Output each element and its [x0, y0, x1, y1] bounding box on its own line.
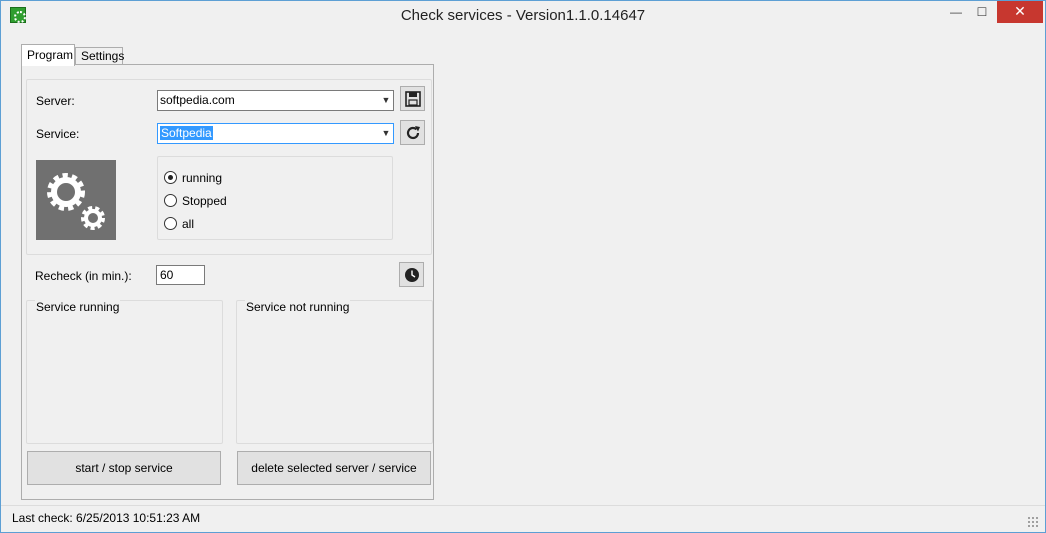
radio-stopped-label: Stopped [182, 194, 227, 208]
tab-settings[interactable]: Settings [75, 47, 124, 65]
delete-server-service-button[interactable]: delete selected server / service [237, 451, 431, 485]
gears-image [36, 160, 116, 240]
recheck-timer-button[interactable] [399, 262, 424, 287]
refresh-button[interactable] [400, 120, 425, 145]
minimize-button[interactable]: — [943, 1, 969, 23]
server-label: Server: [36, 94, 75, 108]
service-not-running-panel: Service not running [236, 300, 433, 444]
save-button[interactable] [400, 86, 425, 111]
status-filter-group: running Stopped all [157, 156, 393, 240]
clock-icon [405, 268, 419, 282]
radio-stopped-dot[interactable] [164, 194, 177, 207]
refresh-icon [406, 126, 420, 140]
service-label: Service: [36, 127, 80, 141]
service-combo-value: Softpedia [160, 126, 213, 140]
maximize-button[interactable]: ☐ [969, 1, 995, 23]
close-button[interactable]: ✕ [997, 1, 1043, 23]
server-service-group: Server: softpedia.com ▼ Service: Softped… [26, 79, 432, 255]
service-combo[interactable]: Softpedia ▼ [157, 123, 394, 144]
title-bar: Check services - Version1.1.0.14647 — ☐ … [1, 1, 1045, 31]
chevron-down-icon[interactable]: ▼ [379, 124, 393, 143]
start-stop-service-button[interactable]: start / stop service [27, 451, 221, 485]
service-not-running-title: Service not running [245, 300, 351, 314]
radio-running-label: running [182, 171, 223, 185]
tab-program[interactable]: Program [21, 44, 75, 66]
server-combo[interactable]: softpedia.com ▼ [157, 90, 394, 111]
radio-running-dot[interactable] [164, 171, 177, 184]
save-icon [405, 91, 421, 107]
last-check-status: Last check: 6/25/2013 10:51:23 AM [12, 511, 201, 525]
recheck-input[interactable]: 60 [156, 265, 205, 285]
radio-all-dot[interactable] [164, 217, 177, 230]
service-running-panel: Service running [26, 300, 223, 444]
service-running-title: Service running [35, 300, 121, 314]
status-bar: Last check: 6/25/2013 10:51:23 AM [1, 505, 1045, 532]
resize-grip-icon[interactable] [1027, 516, 1039, 528]
gears-icon [47, 173, 105, 230]
window-title: Check services - Version1.1.0.14647 [400, 7, 646, 24]
radio-all-label: all [182, 217, 195, 231]
main-window: Check services - Version1.1.0.14647 — ☐ … [0, 0, 1046, 533]
server-combo-value: softpedia.com [160, 93, 235, 107]
recheck-label: Recheck (in min.): [35, 269, 132, 283]
chevron-down-icon[interactable]: ▼ [379, 91, 393, 110]
program-tab-panel: Server: softpedia.com ▼ Service: Softped… [21, 64, 434, 500]
